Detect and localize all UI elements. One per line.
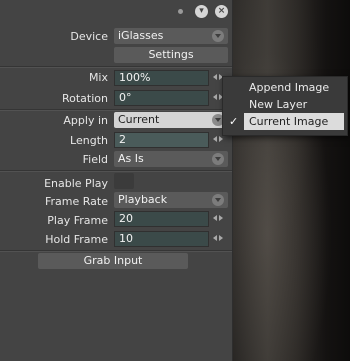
arrow-right-icon (219, 215, 223, 221)
divider (0, 109, 232, 111)
arrow-right-icon (219, 235, 223, 241)
frame-rate-value: Playback (118, 193, 168, 206)
field-label: Field (82, 153, 108, 166)
device-label: Device (70, 30, 108, 43)
apply-in-value: Current (118, 113, 160, 126)
checkmark-icon: ✓ (229, 115, 239, 128)
chevron-down-icon (212, 194, 224, 206)
rotation-field[interactable]: 0° (114, 90, 209, 106)
length-stepper[interactable] (212, 135, 226, 145)
mix-label: Mix (88, 71, 108, 84)
panel-titlebar[interactable]: ▾ × (0, 0, 232, 24)
hold-frame-stepper[interactable] (212, 234, 226, 244)
play-frame-label: Play Frame (47, 214, 108, 227)
arrow-left-icon (213, 74, 217, 80)
settings-button[interactable]: Settings (114, 47, 228, 63)
hold-frame-label: Hold Frame (45, 233, 108, 246)
arrow-left-icon (213, 94, 217, 100)
play-frame-stepper[interactable] (212, 214, 226, 224)
length-field[interactable]: 2 (114, 132, 209, 148)
chevron-down-icon (212, 30, 224, 42)
background-image-shading (232, 0, 350, 361)
enable-play-checkbox[interactable] (114, 173, 134, 189)
mix-field[interactable]: 100% (114, 70, 209, 86)
arrow-left-icon (213, 235, 217, 241)
field-value: As Is (118, 152, 144, 165)
rotation-label: Rotation (61, 92, 108, 105)
hold-frame-field[interactable]: 10 (114, 231, 209, 247)
dot-icon (178, 9, 183, 14)
divider (0, 250, 232, 252)
device-value: iGlasses (118, 29, 164, 42)
divider (0, 170, 232, 172)
chevron-down-icon (212, 153, 224, 165)
length-label: Length (70, 134, 108, 147)
menu-icon[interactable]: ▾ (195, 5, 208, 18)
divider (0, 66, 232, 68)
menu-item-append-image[interactable]: Append Image (249, 79, 329, 96)
field-dropdown[interactable]: As Is (114, 151, 228, 167)
close-icon[interactable]: × (215, 5, 228, 18)
grab-input-button[interactable]: Grab Input (38, 253, 188, 269)
frame-rate-dropdown[interactable]: Playback (114, 192, 228, 208)
menu-item-current-image-label: Current Image (249, 115, 329, 128)
igrab-panel: ▾ × Device iGlasses Settings Mix 100% Ro… (0, 0, 233, 361)
arrow-right-icon (219, 136, 223, 142)
arrow-left-icon (213, 136, 217, 142)
apply-in-label: Apply in (63, 114, 108, 127)
enable-play-label: Enable Play (44, 177, 108, 190)
frame-rate-label: Frame Rate (45, 195, 108, 208)
play-frame-field[interactable]: 20 (114, 211, 209, 227)
arrow-left-icon (213, 215, 217, 221)
device-dropdown[interactable]: iGlasses (114, 28, 228, 44)
apply-in-dropdown[interactable]: Current (114, 112, 228, 128)
menu-item-new-layer[interactable]: New Layer (249, 96, 307, 113)
